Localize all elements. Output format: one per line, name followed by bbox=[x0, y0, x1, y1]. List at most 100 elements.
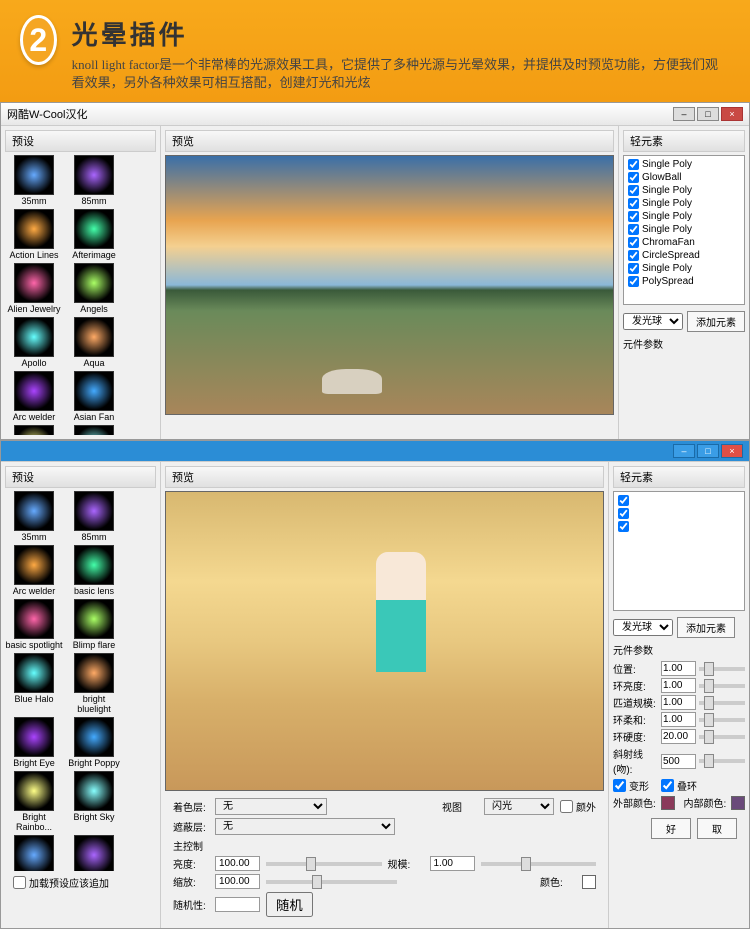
titlebar-1[interactable]: 网酷W-Cool汉化 – □ × bbox=[1, 103, 749, 126]
list-item[interactable]: Single Poly bbox=[626, 223, 742, 236]
list-item[interactable]: PolySpread bbox=[626, 275, 742, 288]
preset-item[interactable]: Alien Jewelry bbox=[5, 263, 63, 315]
add-element-button[interactable]: 添加元素 bbox=[677, 617, 735, 638]
random-button[interactable]: 随机 bbox=[266, 892, 313, 917]
minimize-icon[interactable]: – bbox=[673, 444, 695, 458]
scale-input[interactable] bbox=[430, 856, 475, 871]
elements-list-2[interactable] bbox=[613, 491, 745, 611]
preset-item[interactable]: Blue Halo bbox=[5, 653, 63, 715]
list-item[interactable]: Single Poly bbox=[626, 210, 742, 223]
list-item[interactable]: GlowBall bbox=[626, 171, 742, 184]
inner-color-swatch[interactable] bbox=[731, 796, 745, 810]
list-item[interactable]: Single Poly bbox=[626, 262, 742, 275]
preset-item[interactable]: Bright Rainbo... bbox=[5, 771, 63, 833]
elem-checkbox[interactable] bbox=[628, 250, 639, 261]
maximize-icon[interactable]: □ bbox=[697, 444, 719, 458]
preset-item[interactable]: 85mm bbox=[65, 491, 123, 543]
elem-checkbox[interactable] bbox=[628, 172, 639, 183]
elem-checkbox[interactable] bbox=[628, 263, 639, 274]
random-input[interactable] bbox=[215, 897, 260, 912]
list-item[interactable] bbox=[616, 494, 742, 507]
preset-item[interactable]: bright bluelight bbox=[65, 653, 123, 715]
preset-item[interactable]: Aum bbox=[65, 425, 123, 436]
rhard-slider[interactable] bbox=[699, 735, 745, 739]
pos-slider[interactable] bbox=[699, 667, 745, 671]
list-item[interactable]: Single Poly bbox=[626, 197, 742, 210]
preset-item[interactable]: 35mm bbox=[5, 155, 63, 207]
elem-name: Single Poly bbox=[642, 198, 692, 209]
rsoft-slider[interactable] bbox=[699, 718, 745, 722]
scale-slider[interactable] bbox=[481, 862, 597, 866]
list-item[interactable]: Single Poly bbox=[626, 158, 742, 171]
preset-item[interactable]: Arc welder bbox=[5, 371, 63, 423]
element-type-select[interactable]: 发光球 bbox=[623, 313, 683, 330]
preset-item[interactable]: chroma lens bbox=[65, 835, 123, 872]
ring-checkbox[interactable]: 叠环 bbox=[661, 778, 706, 793]
preset-item[interactable]: Apollo bbox=[5, 317, 63, 369]
chscale-slider[interactable] bbox=[699, 701, 745, 705]
deform-checkbox[interactable]: 变形 bbox=[613, 778, 658, 793]
preset-item[interactable]: Blimp flare bbox=[65, 599, 123, 651]
preset-item[interactable]: chroma lens 2 bbox=[5, 835, 63, 872]
elem-checkbox[interactable] bbox=[628, 211, 639, 222]
preset-item[interactable]: 35mm bbox=[5, 491, 63, 543]
add-element-button[interactable]: 添加元素 bbox=[687, 311, 745, 332]
outer-color-swatch[interactable] bbox=[661, 796, 675, 810]
ok-button[interactable]: 好 bbox=[651, 818, 691, 839]
shrink-slider[interactable] bbox=[266, 880, 397, 884]
rhard-input[interactable] bbox=[661, 729, 696, 744]
preset-item[interactable]: Angels bbox=[65, 263, 123, 315]
preset-item[interactable]: Aqua bbox=[65, 317, 123, 369]
angle-input[interactable] bbox=[661, 754, 696, 769]
rsoft-input[interactable] bbox=[661, 712, 696, 727]
preset-item[interactable]: Bright Eye bbox=[5, 717, 63, 769]
rbright-slider[interactable] bbox=[699, 684, 745, 688]
brightness-input[interactable] bbox=[215, 856, 260, 871]
preview-image-lake[interactable] bbox=[165, 155, 614, 415]
cancel-button[interactable]: 取 bbox=[697, 818, 737, 839]
rbright-input[interactable] bbox=[661, 678, 696, 693]
pos-input[interactable] bbox=[661, 661, 696, 676]
brightness-slider[interactable] bbox=[266, 862, 382, 866]
elements-list-1[interactable]: Single PolyGlowBallSingle PolySingle Pol… bbox=[623, 155, 745, 305]
preset-label: 35mm bbox=[5, 197, 63, 207]
elem-checkbox[interactable] bbox=[628, 185, 639, 196]
color-swatch[interactable] bbox=[582, 875, 596, 889]
minimize-icon[interactable]: – bbox=[673, 107, 695, 121]
preset-item[interactable]: Asian Fan bbox=[65, 371, 123, 423]
preview-image-beach[interactable] bbox=[165, 491, 604, 791]
preset-thumb bbox=[74, 371, 114, 411]
preset-item[interactable]: 85mm bbox=[65, 155, 123, 207]
list-item[interactable]: ChromaFan bbox=[626, 236, 742, 249]
view-select[interactable]: 闪光 bbox=[484, 798, 554, 815]
elem-checkbox[interactable] bbox=[628, 224, 639, 235]
list-item[interactable] bbox=[616, 507, 742, 520]
elem-checkbox[interactable] bbox=[628, 159, 639, 170]
elem-checkbox[interactable] bbox=[628, 237, 639, 248]
list-item[interactable] bbox=[616, 520, 742, 533]
chscale-input[interactable] bbox=[661, 695, 696, 710]
preset-item[interactable]: Afterimage bbox=[65, 209, 123, 261]
close-icon[interactable]: × bbox=[721, 444, 743, 458]
preset-item[interactable]: basic lens bbox=[65, 545, 123, 597]
preset-item[interactable]: Arc welder bbox=[5, 545, 63, 597]
list-item[interactable]: Single Poly bbox=[626, 184, 742, 197]
element-type-select[interactable]: 发光球 bbox=[613, 619, 673, 636]
preset-item[interactable]: basic spotlight bbox=[5, 599, 63, 651]
coloring-layer-select[interactable]: 无 bbox=[215, 798, 327, 815]
maximize-icon[interactable]: □ bbox=[697, 107, 719, 121]
close-icon[interactable]: × bbox=[721, 107, 743, 121]
angle-slider[interactable] bbox=[699, 759, 745, 763]
mask-layer-select[interactable]: 无 bbox=[215, 818, 395, 835]
preset-item[interactable]: Bright Sky bbox=[65, 771, 123, 833]
list-item[interactable]: CircleSpread bbox=[626, 249, 742, 262]
elem-checkbox[interactable] bbox=[628, 276, 639, 287]
preset-item[interactable]: August bbox=[5, 425, 63, 436]
elem-checkbox[interactable] bbox=[628, 198, 639, 209]
preset-item[interactable]: Action Lines bbox=[5, 209, 63, 261]
preset-item[interactable]: Bright Poppy bbox=[65, 717, 123, 769]
titlebar-2[interactable]: – □ × bbox=[1, 441, 749, 462]
showall-checkbox[interactable]: 颜外 bbox=[560, 799, 596, 814]
load-preset-checkbox[interactable]: 加载预设应该追加 bbox=[13, 875, 148, 890]
shrink-input[interactable] bbox=[215, 874, 260, 889]
